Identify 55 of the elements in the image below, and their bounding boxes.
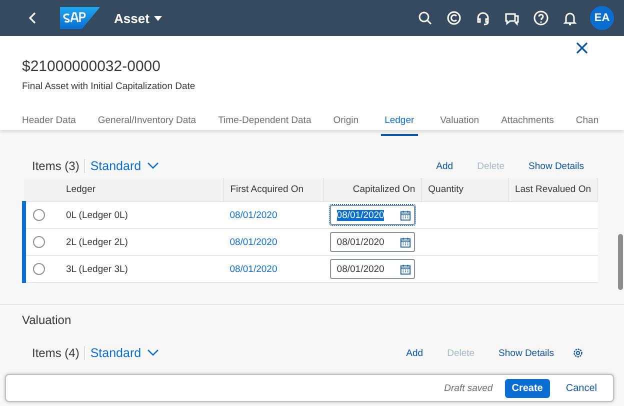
tab[interactable]: Ledger bbox=[380, 111, 418, 136]
ledger-cell: 0L (Ledger 0L) bbox=[66, 210, 128, 220]
scrollbar-thumb[interactable] bbox=[618, 234, 623, 290]
tab[interactable]: Chan bbox=[576, 111, 599, 136]
caret-icon bbox=[154, 16, 162, 20]
headset-icon[interactable] bbox=[475, 10, 491, 26]
date-link[interactable]: 08/01/2020 bbox=[230, 264, 278, 274]
user-avatar[interactable]: EA bbox=[590, 6, 614, 30]
date-field[interactable]: 08/01/2020 bbox=[330, 205, 415, 225]
tab[interactable]: Origin bbox=[333, 111, 359, 136]
calendar-icon[interactable] bbox=[400, 236, 411, 248]
logo-icon[interactable] bbox=[60, 7, 100, 29]
cancel-button[interactable]: Cancel bbox=[560, 380, 603, 396]
date-link[interactable]: 08/01/2020 bbox=[230, 210, 278, 220]
app-title-menu[interactable]: Asset bbox=[114, 10, 162, 26]
column-header: Quantity bbox=[422, 178, 508, 202]
date-field[interactable]: 08/01/2020 bbox=[330, 259, 415, 279]
items-count: Items (3) bbox=[32, 159, 86, 173]
column-header: Capitalized On bbox=[324, 178, 422, 202]
calendar-icon[interactable] bbox=[400, 264, 411, 274]
column-header: Last Revalued On bbox=[508, 178, 598, 202]
row-radio[interactable] bbox=[33, 236, 45, 248]
draft-status: Draft saved bbox=[444, 382, 493, 394]
row-radio[interactable] bbox=[33, 263, 45, 275]
toolbar-action[interactable]: Add bbox=[436, 160, 454, 172]
tab[interactable]: Valuation bbox=[440, 111, 480, 136]
chevron-icon bbox=[147, 349, 160, 357]
chevron-icon bbox=[147, 162, 160, 170]
toolbar-action[interactable]: Show Details bbox=[528, 160, 584, 172]
variant-selector[interactable]: Standard bbox=[90, 159, 160, 173]
date-link[interactable]: 08/01/2020 bbox=[230, 236, 278, 248]
ledger-cell: 2L (Ledger 2L) bbox=[66, 236, 128, 248]
toolbar-action[interactable]: Show Details bbox=[498, 348, 554, 358]
tab[interactable]: Attachments bbox=[501, 111, 554, 136]
tab[interactable]: Header Data bbox=[22, 111, 76, 136]
search-icon[interactable] bbox=[417, 10, 433, 26]
create-button[interactable]: Create bbox=[504, 378, 550, 398]
toolbar-action[interactable]: Add bbox=[406, 348, 424, 358]
column-header: First Acquired On bbox=[224, 178, 324, 202]
tab[interactable]: General/Inventory Data bbox=[98, 111, 196, 136]
settings-icon[interactable] bbox=[572, 347, 584, 359]
column-header: Ledger bbox=[60, 178, 224, 202]
close-icon[interactable] bbox=[576, 42, 588, 54]
calendar-icon[interactable] bbox=[400, 210, 411, 220]
help-icon[interactable] bbox=[533, 10, 549, 26]
object-title: $21000000032-0000 bbox=[22, 57, 160, 75]
date-field[interactable]: 08/01/2020 bbox=[330, 232, 415, 252]
object-subtitle: Final Asset with Initial Capitalization Date bbox=[22, 81, 196, 92]
notifications-icon[interactable] bbox=[562, 10, 578, 26]
ledger-cell: 3L (Ledger 3L) bbox=[66, 264, 128, 274]
section-title: Valuation bbox=[22, 313, 72, 327]
variant-selector[interactable]: Standard bbox=[90, 346, 160, 360]
row-radio[interactable] bbox=[33, 209, 45, 221]
items-count: Items (4) bbox=[32, 346, 86, 360]
tab[interactable]: Time-Dependent Data bbox=[218, 111, 312, 136]
